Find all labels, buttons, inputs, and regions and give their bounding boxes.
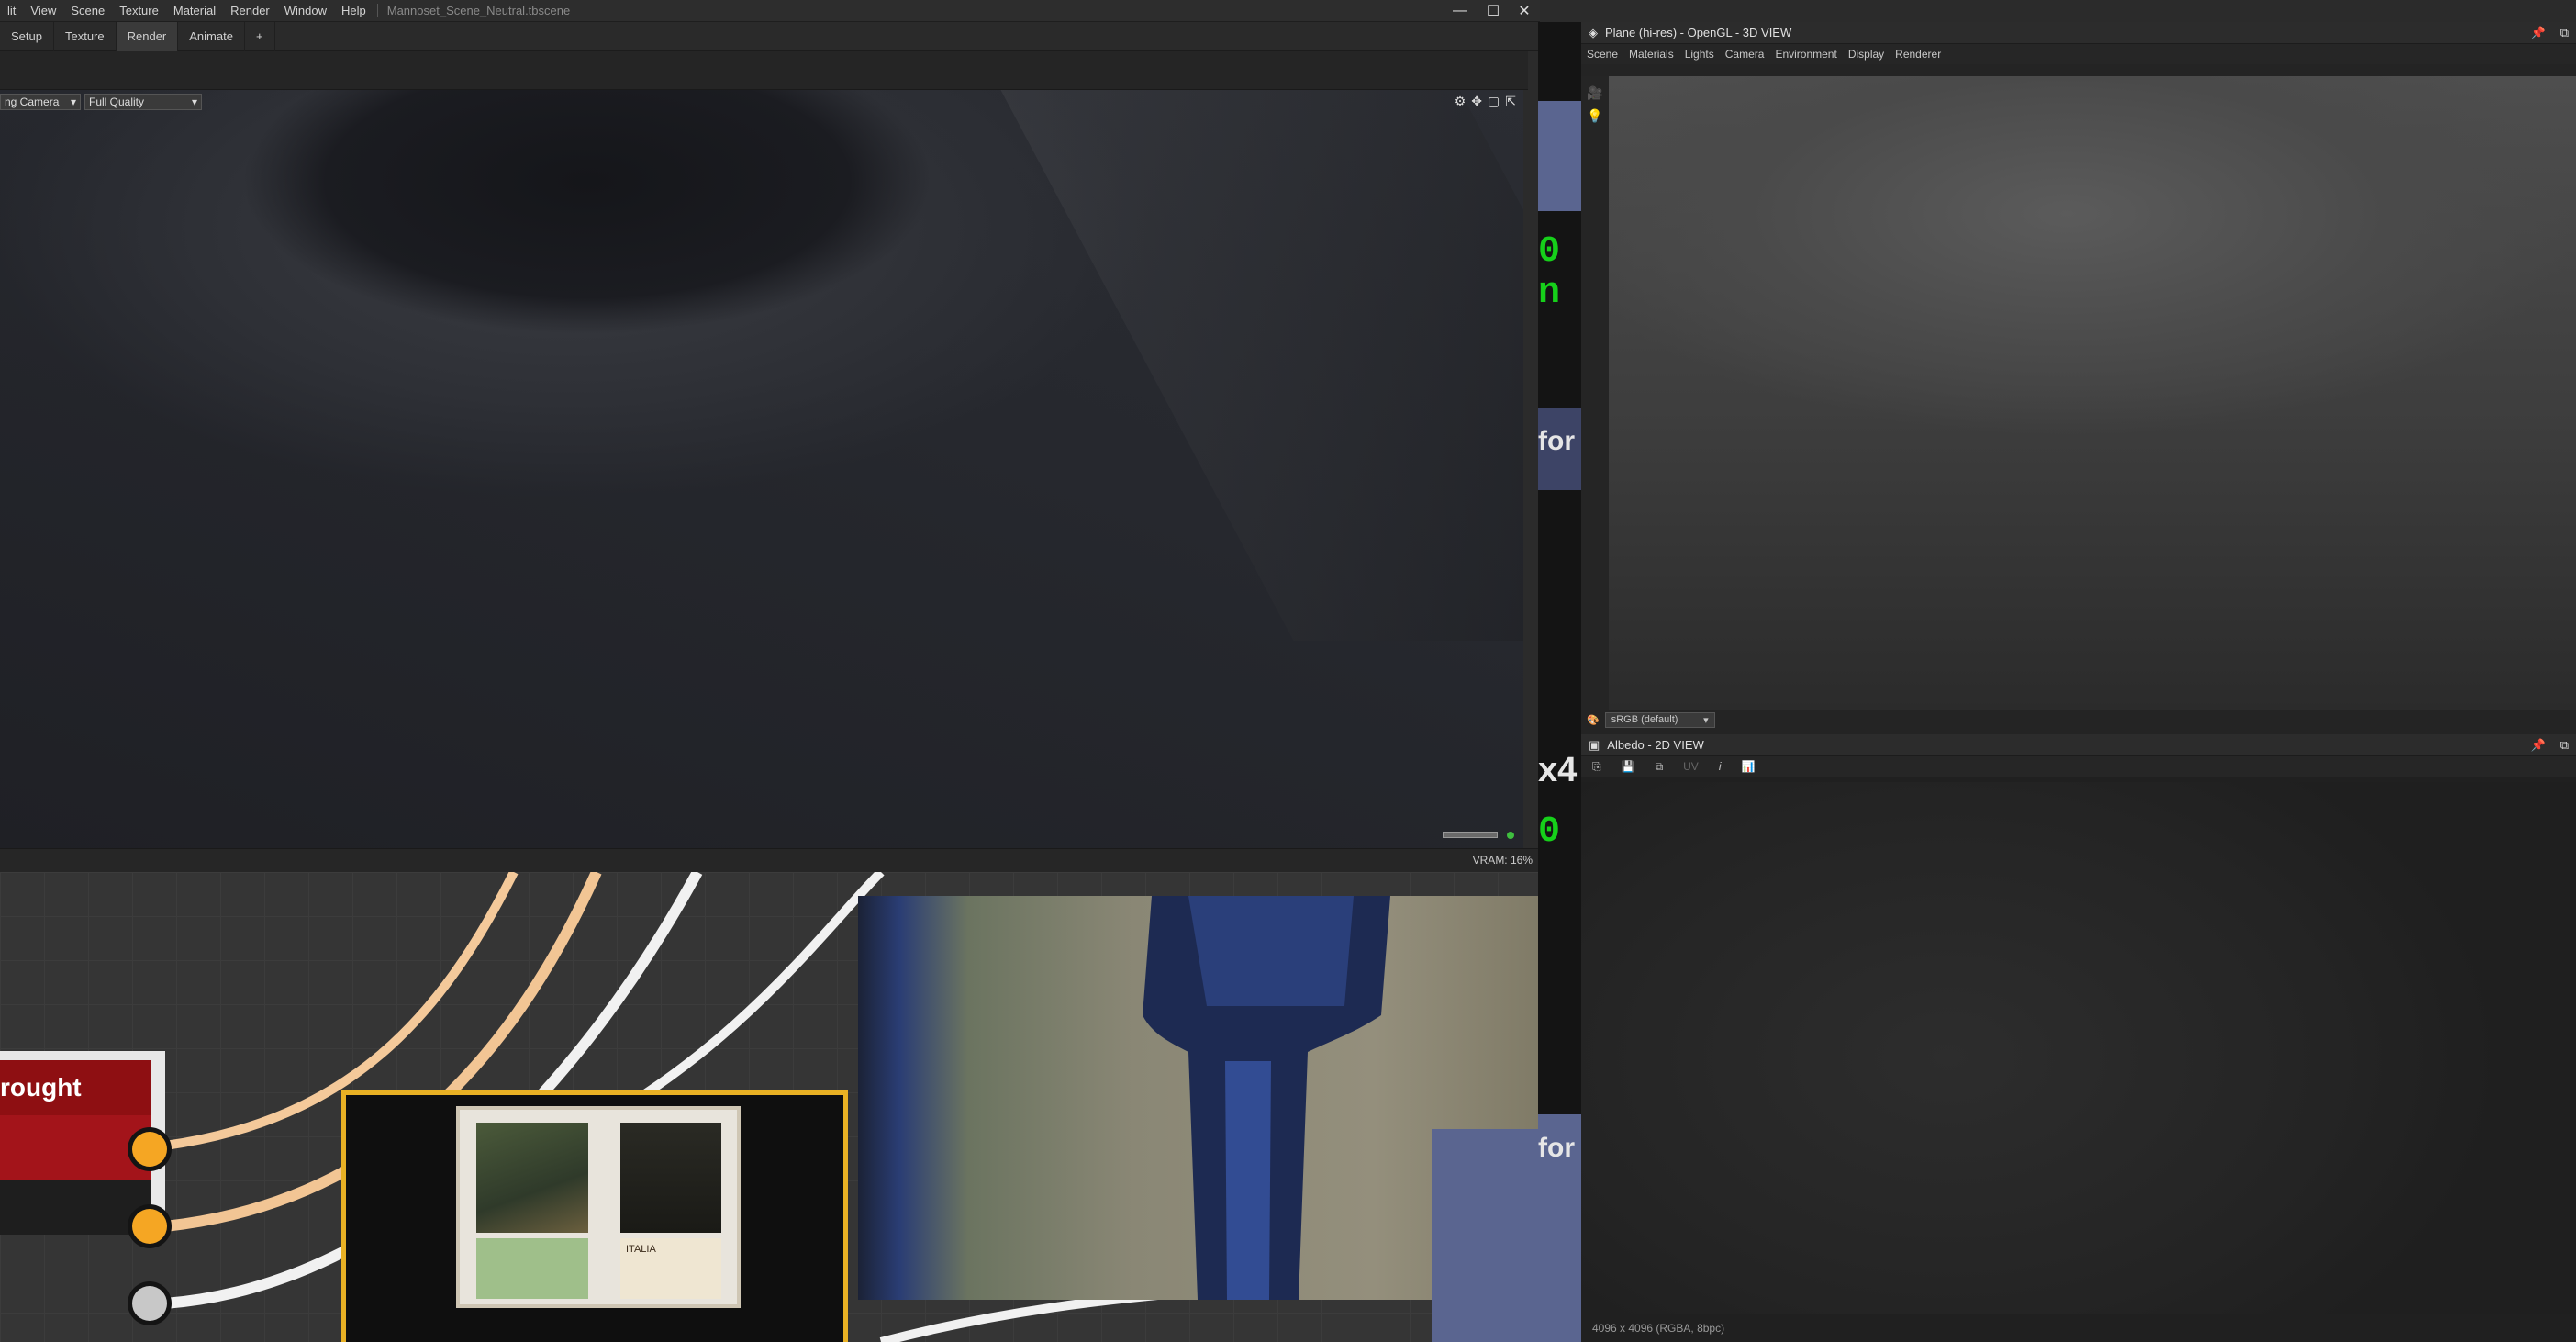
blue-block (1538, 101, 1581, 211)
view-3d-side-tools: 🎥 💡 (1581, 76, 1609, 710)
popout-icon[interactable]: ⇱ (1505, 94, 1516, 109)
colorspace-value: sRGB (default) (1611, 714, 1678, 725)
menu-edit[interactable]: lit (0, 4, 23, 17)
viewport-icons: ⚙ ✥ ▢ ⇱ (1455, 94, 1516, 109)
chevron-down-icon: ▾ (70, 95, 76, 108)
iron-post-image (1143, 896, 1390, 1300)
pin-icon[interactable]: 📌 (2524, 738, 2553, 753)
view3d-menu-camera[interactable]: Camera (1720, 48, 1770, 61)
menu-bar: lit View Scene Texture Material Render W… (0, 0, 1540, 22)
menu-texture[interactable]: Texture (112, 4, 166, 17)
painting-left (476, 1123, 588, 1233)
float-icon[interactable]: ⧉ (2553, 26, 2576, 40)
colorspace-select[interactable]: sRGB (default) ▾ (1604, 712, 1715, 728)
uv-label[interactable]: UV (1678, 760, 1704, 773)
chevron-down-icon: ▾ (1703, 715, 1709, 726)
white-text: for (1538, 1133, 1575, 1163)
menu-material[interactable]: Material (166, 4, 223, 17)
gear-icon[interactable]: ⚙ (1455, 94, 1466, 109)
menu-window[interactable]: Window (277, 4, 334, 17)
image-node-stamp[interactable]: ITALIA (341, 1090, 848, 1342)
cube-icon: ◈ (1589, 25, 1598, 39)
white-text: for (1538, 426, 1575, 456)
color-icon: 🎨 (1587, 715, 1600, 726)
view3d-menu-renderer[interactable]: Renderer (1890, 48, 1946, 61)
tab-animate[interactable]: Animate (178, 21, 245, 51)
chevron-down-icon: ▾ (191, 95, 197, 108)
view-3d-header: ◈ Plane (hi-res) - OpenGL - 3D VIEW 📌 ⧉ (1581, 22, 2576, 44)
viewport-status-bar (0, 848, 1538, 872)
metal-edge-shading (1000, 90, 1523, 641)
view3d-menu-materials[interactable]: Materials (1623, 48, 1679, 61)
float-icon[interactable]: ⧉ (2553, 738, 2576, 753)
view-3d-menu: Scene Materials Lights Camera Environmen… (1581, 44, 2576, 64)
view-2d-toolbar: ⎘ 💾 ⧉ UV i 📊 (1581, 756, 2576, 777)
camera-select[interactable]: ng Camera ▾ (0, 94, 81, 110)
green-text: 0 (1538, 811, 1561, 853)
colorspace-row: 🎨 sRGB (default) ▾ (1587, 712, 1715, 728)
minimize-button[interactable]: — (1444, 0, 1476, 22)
background-window-strip: 0 n for x4 0 for (1538, 22, 1581, 1342)
view-3d-render[interactable] (1609, 76, 2576, 710)
output-port[interactable] (128, 1281, 172, 1325)
render-toolbar (0, 51, 1528, 90)
painting-right (620, 1123, 721, 1233)
tab-bar: Setup Texture Render Animate + (0, 21, 1540, 51)
tab-add[interactable]: + (245, 21, 275, 51)
blue-node-partial[interactable] (1432, 1129, 1538, 1342)
info-icon[interactable]: i (1713, 760, 1727, 773)
tab-render[interactable]: Render (116, 21, 179, 51)
tab-setup[interactable]: Setup (0, 21, 54, 51)
menu-view[interactable]: View (23, 4, 63, 17)
quality-select-value: Full Quality (89, 95, 145, 108)
view-3d-panel: ◈ Plane (hi-res) - OpenGL - 3D VIEW 📌 ⧉ … (1581, 22, 2576, 734)
view3d-menu-scene[interactable]: Scene (1581, 48, 1623, 61)
view3d-menu-display[interactable]: Display (1843, 48, 1890, 61)
histogram-icon[interactable]: 📊 (1735, 760, 1760, 773)
output-port[interactable] (128, 1127, 172, 1171)
pin-icon[interactable]: 📌 (2524, 26, 2553, 40)
view-2d-status: 4096 x 4096 (RGBA, 8bpc) (1592, 1322, 1725, 1335)
port-dot (132, 1286, 167, 1321)
render-viewport[interactable]: ng Camera ▾ Full Quality ▾ ⚙ ✥ ▢ ⇱ (0, 90, 1523, 848)
status-dot (1507, 832, 1514, 839)
image-icon: ▣ (1589, 737, 1600, 752)
save-icon[interactable]: 💾 (1616, 760, 1641, 773)
menu-help[interactable]: Help (334, 4, 374, 17)
progress-bar (1443, 832, 1498, 838)
export-icon[interactable]: ⎘ (1587, 760, 1607, 774)
stamp-text: ITALIA (620, 1238, 721, 1299)
menu-scene[interactable]: Scene (63, 4, 112, 17)
frame-icon[interactable]: ▢ (1488, 94, 1500, 109)
camera-icon[interactable]: 🎥 (1587, 85, 1609, 101)
stamp-image: ITALIA (456, 1106, 741, 1308)
port-dot (132, 1209, 167, 1244)
view-2d-header: ▣ Albedo - 2D VIEW 📌 ⧉ (1581, 734, 2576, 756)
stamp-green (476, 1238, 588, 1299)
camera-select-value: ng Camera (5, 95, 60, 108)
file-title: Mannoset_Scene_Neutral.tbscene (376, 4, 577, 17)
view-2d-panel: ▣ Albedo - 2D VIEW 📌 ⧉ ⎘ 💾 ⧉ UV i 📊 4096… (1581, 734, 2576, 1342)
port-dot (132, 1132, 167, 1167)
copy-icon[interactable]: ⧉ (1650, 760, 1669, 774)
view3d-menu-lights[interactable]: Lights (1679, 48, 1720, 61)
green-text: 0 n (1538, 231, 1561, 314)
light-icon[interactable]: 💡 (1587, 108, 1609, 124)
view-2d-texture[interactable] (1581, 782, 2576, 1314)
quality-select[interactable]: Full Quality ▾ (84, 94, 202, 110)
menu-render[interactable]: Render (223, 4, 277, 17)
close-button[interactable]: ✕ (1509, 0, 1540, 22)
output-port[interactable] (128, 1204, 172, 1248)
view-3d-title: Plane (hi-res) - OpenGL - 3D VIEW (1605, 26, 1792, 39)
node-graph[interactable]: rought ITALIA (0, 872, 1538, 1342)
move-icon[interactable]: ✥ (1471, 94, 1482, 109)
wrought-node-title: rought (0, 1060, 151, 1115)
tab-texture[interactable]: Texture (54, 21, 117, 51)
white-text: x4 (1538, 751, 1578, 789)
view-2d-title: Albedo - 2D VIEW (1607, 738, 1704, 752)
vram-readout: VRAM: 16% (1472, 854, 1533, 867)
view3d-menu-environment[interactable]: Environment (1769, 48, 1842, 61)
maximize-button[interactable]: ☐ (1478, 0, 1509, 22)
